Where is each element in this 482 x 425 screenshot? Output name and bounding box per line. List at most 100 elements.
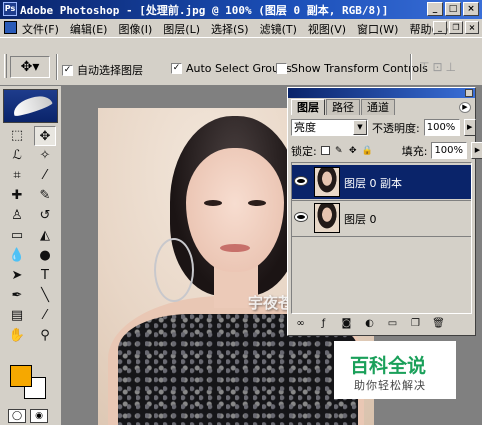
menu-layer[interactable]: 图层(L) — [163, 21, 200, 37]
hand-tool-icon[interactable]: ✋ — [6, 326, 28, 346]
doc-minimize-button[interactable]: _ — [433, 21, 447, 34]
window-title: Adobe Photoshop - [处理前.jpg @ 100% (图层 0 … — [20, 4, 389, 17]
checkbox-box[interactable] — [276, 63, 287, 74]
align-bottom-icon[interactable]: ⊥ — [446, 60, 456, 74]
eraser-tool-icon[interactable]: ▭ — [6, 226, 28, 246]
link-icon[interactable]: ∞ — [291, 317, 310, 331]
menu-select[interactable]: 选择(S) — [211, 21, 249, 37]
toolbox-header[interactable] — [3, 89, 58, 123]
history-brush-tool-icon[interactable]: ↺ — [34, 206, 56, 226]
document-controls: _ ❐ × — [433, 21, 479, 34]
zoom-tool-icon[interactable]: ⚲ — [34, 326, 56, 346]
lock-pixels-icon[interactable]: ✎ — [334, 146, 344, 156]
hoop-earring — [154, 238, 194, 302]
slice-tool-icon[interactable]: ⁄ — [34, 166, 56, 186]
layer-thumbnail — [314, 203, 340, 233]
layer-style-icon[interactable]: ƒ — [314, 317, 333, 331]
foreground-color-swatch[interactable] — [10, 365, 32, 387]
move-tool-icon[interactable]: ✥▾ — [10, 56, 50, 78]
show-transform-label: Show Transform Controls — [291, 62, 428, 75]
blend-mode-select[interactable]: 亮度 ▼ — [291, 119, 368, 136]
folder-icon[interactable]: ▭ — [383, 317, 402, 331]
minimize-button[interactable]: _ — [427, 2, 443, 16]
photoshop-app-icon[interactable]: Ps — [3, 2, 17, 16]
feather-logo-icon — [10, 92, 54, 118]
new-layer-icon[interactable]: ❐ — [406, 317, 425, 331]
panel-menu-arrow-icon[interactable]: ▶ — [459, 102, 471, 113]
menu-file[interactable]: 文件(F) — [22, 21, 59, 37]
tool-grid: ⬚ ✥ ℒ ✧ ⌗ ⁄ ✚ ✎ ♙ ↺ ▭ ◭ 💧 ● ➤ T ✒ ╲ ▤ ⁄ … — [6, 126, 56, 346]
options-separator — [410, 54, 412, 80]
opacity-field[interactable]: 100% — [423, 119, 460, 136]
paint-bucket-tool-icon[interactable]: ◭ — [34, 226, 56, 246]
blur-tool-icon[interactable]: 💧 — [6, 246, 28, 266]
standard-mode-icon[interactable]: ◯ — [8, 409, 26, 423]
brush-tool-icon[interactable]: ✎ — [34, 186, 56, 206]
type-tool-icon[interactable]: T — [34, 266, 56, 286]
clone-stamp-tool-icon[interactable]: ♙ — [6, 206, 28, 226]
quick-mask-icon[interactable]: ◉ — [30, 409, 48, 423]
move-tool-icon[interactable]: ✥ — [34, 126, 56, 146]
marquee-tool-icon[interactable]: ⬚ — [6, 126, 28, 146]
close-button[interactable]: × — [463, 2, 479, 16]
magic-wand-tool-icon[interactable]: ✧ — [34, 146, 56, 166]
menu-edit[interactable]: 编辑(E) — [70, 21, 108, 37]
menu-window[interactable]: 窗口(W) — [357, 21, 398, 37]
chevron-down-icon[interactable]: ▼ — [353, 120, 367, 135]
fill-label: 填充: — [401, 144, 428, 158]
auto-select-layer-label: 自动选择图层 — [77, 64, 143, 77]
show-transform-checkbox[interactable]: Show Transform Controls — [276, 62, 428, 75]
tab-channels[interactable]: 通道 — [361, 99, 395, 115]
path-select-tool-icon[interactable]: ➤ — [6, 266, 28, 286]
menu-view[interactable]: 视图(V) — [308, 21, 346, 37]
auto-select-groups-checkbox[interactable]: ✓ Auto Select Groups — [171, 62, 292, 75]
healing-brush-tool-icon[interactable]: ✚ — [6, 186, 28, 206]
fill-field[interactable]: 100% — [431, 142, 468, 159]
adjustment-icon[interactable]: ◐ — [360, 317, 379, 331]
portrait-lips — [220, 244, 250, 252]
align-middle-icon[interactable]: ⊡ — [432, 60, 442, 74]
opacity-slider-arrow-icon[interactable]: ▶ — [463, 119, 476, 136]
title-bar: Ps Adobe Photoshop - [处理前.jpg @ 100% (图层… — [0, 0, 482, 19]
layer-name[interactable]: 图层 0 副本 — [344, 175, 402, 191]
notes-tool-icon[interactable]: ▤ — [6, 306, 28, 326]
panel-title-bar[interactable] — [288, 88, 475, 98]
fill-slider-arrow-icon[interactable]: ▶ — [471, 142, 482, 159]
lock-fill-row: 锁定: ✎ ✥ 🔒 填充: 100% ▶ — [291, 142, 482, 159]
maximize-button[interactable]: □ — [445, 2, 461, 16]
layer-row-copy[interactable]: 图层 0 副本 — [292, 165, 471, 199]
trash-icon[interactable]: 🗑 — [429, 317, 448, 331]
lock-all-icon[interactable]: 🔒 — [362, 146, 373, 156]
eye-visibility-icon[interactable] — [295, 213, 307, 221]
checkbox-box[interactable]: ✓ — [171, 63, 182, 74]
auto-select-layer-checkbox[interactable]: ✓ 自动选择图层 — [62, 62, 143, 78]
panel-footer: ∞ ƒ ◙ ◐ ▭ ❐ 🗑 — [291, 317, 448, 331]
lock-transparency-icon[interactable] — [320, 146, 330, 155]
doc-close-button[interactable]: × — [465, 21, 479, 34]
layer-name[interactable]: 图层 0 — [344, 211, 377, 227]
document-icon[interactable] — [4, 21, 17, 34]
lasso-tool-icon[interactable]: ℒ — [6, 146, 28, 166]
lock-position-icon[interactable]: ✥ — [348, 146, 358, 156]
portrait-left-eye — [204, 200, 222, 206]
mask-icon[interactable]: ◙ — [337, 317, 356, 331]
tab-paths[interactable]: 路径 — [326, 99, 360, 115]
layer-row-base[interactable]: 图层 0 — [292, 201, 471, 235]
eye-visibility-icon[interactable] — [295, 177, 307, 185]
menu-filter[interactable]: 滤镜(T) — [260, 21, 297, 37]
layer-list: 图层 0 副本 图层 0 — [291, 162, 472, 314]
crop-tool-icon[interactable]: ⌗ — [6, 166, 28, 186]
menu-image[interactable]: 图像(I) — [118, 21, 152, 37]
panel-close-button[interactable] — [465, 89, 473, 97]
options-grip[interactable] — [4, 54, 7, 78]
checkbox-box[interactable]: ✓ — [62, 64, 73, 76]
options-separator — [56, 54, 58, 80]
align-top-icon[interactable]: ⊤ — [419, 60, 429, 74]
line-tool-icon[interactable]: ╲ — [34, 286, 56, 306]
tab-layers[interactable]: 图层 — [291, 99, 325, 115]
eyedropper-tool-icon[interactable]: ⁄ — [34, 306, 56, 326]
pen-tool-icon[interactable]: ✒ — [6, 286, 28, 306]
dodge-tool-icon[interactable]: ● — [34, 246, 56, 266]
doc-restore-button[interactable]: ❐ — [449, 21, 463, 34]
opacity-label: 不透明度: — [372, 121, 420, 135]
